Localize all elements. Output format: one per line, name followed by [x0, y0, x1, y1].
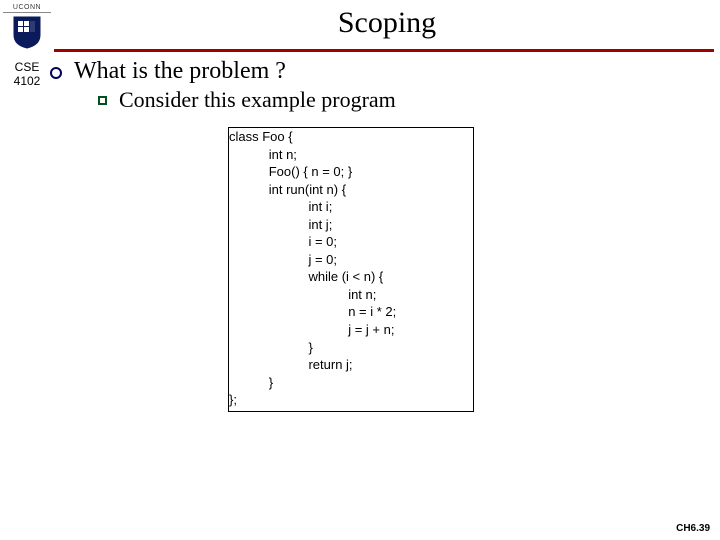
header: UCONN Scoping	[0, 0, 720, 49]
shield-icon	[12, 15, 42, 49]
slide-title: Scoping	[54, 4, 720, 44]
logo-label: UCONN	[3, 4, 51, 13]
content: What is the problem ? Consider this exam…	[54, 58, 720, 412]
slide-footer: CH6.39	[676, 523, 710, 534]
code-box: class Foo { int n; Foo() { n = 0; } int …	[228, 127, 474, 412]
bullet-text: What is the problem ?	[74, 58, 286, 85]
title-area: Scoping	[54, 4, 720, 44]
course-number: 4102	[0, 74, 54, 88]
body: CSE 4102 What is the problem ? Consider …	[0, 52, 720, 412]
bullet-level1: What is the problem ?	[54, 58, 720, 85]
sub-bullet-text: Consider this example program	[119, 87, 396, 113]
circle-bullet-icon	[50, 67, 62, 79]
course-label: CSE 4102	[0, 58, 54, 412]
course-code: CSE	[0, 60, 54, 74]
square-bullet-icon	[98, 96, 107, 105]
logo-area: UCONN	[0, 4, 54, 49]
bullet-level2: Consider this example program	[54, 87, 720, 113]
